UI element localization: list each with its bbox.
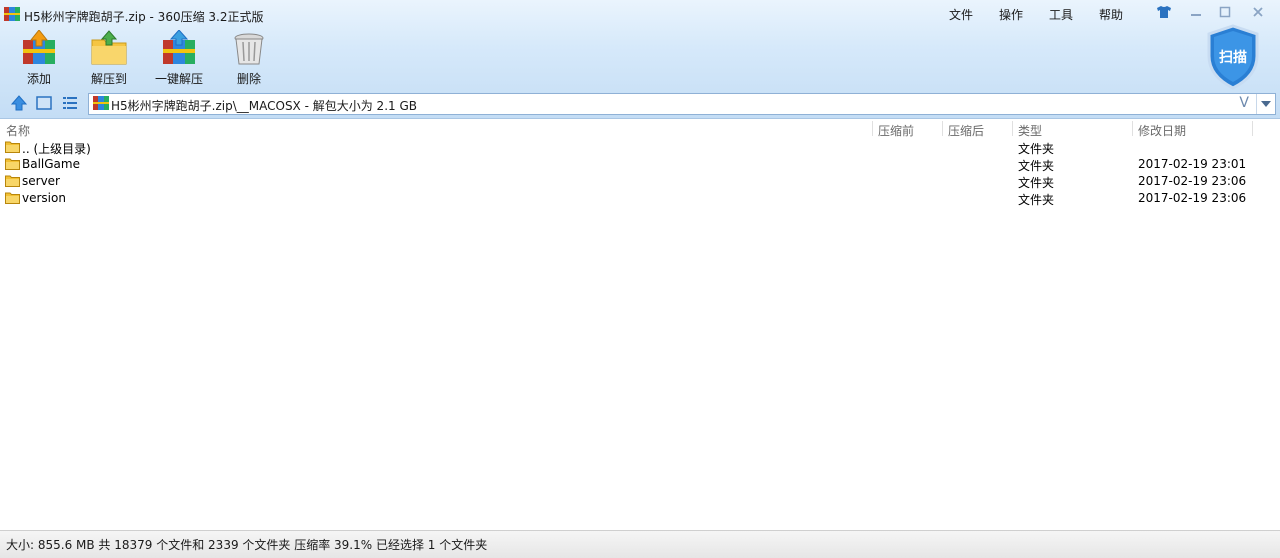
address-bar[interactable]: H5彬州字牌跑胡子.zip\__MACOSX - 解包大小为 2.1 GB V <box>88 93 1276 115</box>
file-type: 文件夹 <box>1018 176 1055 190</box>
shirt-icon <box>1157 6 1171 18</box>
nav-row: H5彬州字牌跑胡子.zip\__MACOSX - 解包大小为 2.1 GB V <box>0 92 1280 115</box>
folder-icon <box>5 158 20 170</box>
list-view-icon[interactable] <box>61 94 79 112</box>
up-arrow-icon[interactable] <box>10 94 28 112</box>
file-name: version <box>22 191 66 205</box>
window-title: H5彬州字牌跑胡子.zip - 360压缩 3.2正式版 <box>24 10 264 24</box>
status-text: 大小: 855.6 MB 共 18379 个文件和 2339 个文件夹 压缩率 … <box>6 538 488 552</box>
add-archive-icon <box>23 30 55 64</box>
col-divider[interactable] <box>872 121 873 136</box>
top-bar: H5彬州字牌跑胡子.zip - 360压缩 3.2正式版 文件 操作 工具 帮助… <box>0 0 1280 119</box>
file-name: BallGame <box>22 157 80 171</box>
col-compressed-size[interactable]: 压缩后 <box>948 122 984 139</box>
col-type[interactable]: 类型 <box>1018 122 1042 139</box>
menu-tools[interactable]: 工具 <box>1049 6 1073 23</box>
column-headers: 名称 压缩前 压缩后 类型 修改日期 <box>0 119 1280 138</box>
address-path: H5彬州字牌跑胡子.zip\__MACOSX - 解包大小为 2.1 GB <box>111 99 417 113</box>
file-date: 2017-02-19 23:06 <box>1138 191 1247 205</box>
col-divider[interactable] <box>1012 121 1013 136</box>
file-name: .. (上级目录) <box>22 142 91 156</box>
file-name: server <box>22 174 60 188</box>
scan-button[interactable]: 扫描 <box>1205 24 1261 90</box>
col-original-size[interactable]: 压缩前 <box>878 122 914 139</box>
table-row[interactable]: BallGame 文件夹 2017-02-19 23:01 <box>0 156 1280 173</box>
close-button[interactable] <box>1248 4 1268 20</box>
title-bar: H5彬州字牌跑胡子.zip - 360压缩 3.2正式版 文件 操作 工具 帮助 <box>0 0 1280 28</box>
menu-file[interactable]: 文件 <box>949 6 973 23</box>
archive-app-icon <box>4 7 20 21</box>
file-type: 文件夹 <box>1018 142 1055 156</box>
extract-to-button[interactable]: 解压到 <box>79 30 139 88</box>
large-icon-view-icon[interactable] <box>35 94 53 112</box>
scan-label: 扫描 <box>1219 50 1247 66</box>
minimize-icon <box>1191 14 1201 16</box>
file-type: 文件夹 <box>1018 193 1055 207</box>
col-divider[interactable] <box>1252 121 1253 136</box>
col-name[interactable]: 名称 <box>6 122 30 139</box>
table-row[interactable]: server 文件夹 2017-02-19 23:06 <box>0 173 1280 190</box>
skin-button[interactable] <box>1154 4 1174 20</box>
file-list: .. (上级目录) 文件夹 BallGame 文件夹 2017-02-19 23… <box>0 139 1280 207</box>
col-modified-date[interactable]: 修改日期 <box>1138 122 1186 139</box>
address-search-glyph[interactable]: V <box>1239 95 1249 111</box>
maximize-icon <box>1219 6 1231 18</box>
file-date: 2017-02-19 23:01 <box>1138 157 1247 171</box>
address-dropdown[interactable] <box>1256 94 1275 114</box>
menu-operate[interactable]: 操作 <box>999 6 1023 23</box>
close-icon <box>1253 7 1263 17</box>
folder-icon <box>5 141 20 153</box>
folder-icon <box>5 175 20 187</box>
extract-to-label: 解压到 <box>90 72 127 86</box>
menu-help[interactable]: 帮助 <box>1099 6 1123 23</box>
table-row[interactable]: .. (上级目录) 文件夹 <box>0 139 1280 156</box>
col-divider[interactable] <box>942 121 943 136</box>
minimize-button[interactable] <box>1186 4 1206 20</box>
trash-icon <box>234 33 264 65</box>
folder-icon <box>5 192 20 204</box>
delete-label: 删除 <box>236 72 261 86</box>
col-divider[interactable] <box>1132 121 1133 136</box>
one-click-extract-label: 一键解压 <box>154 72 203 86</box>
add-button-label: 添加 <box>26 72 51 86</box>
one-click-extract-icon <box>163 30 195 64</box>
extract-to-icon <box>91 30 127 65</box>
maximize-button[interactable] <box>1215 4 1235 20</box>
file-date: 2017-02-19 23:06 <box>1138 174 1247 188</box>
table-row[interactable]: version 文件夹 2017-02-19 23:06 <box>0 190 1280 207</box>
chevron-down-icon <box>1261 101 1271 107</box>
archive-icon <box>93 96 109 110</box>
status-bar: 大小: 855.6 MB 共 18379 个文件和 2339 个文件夹 压缩率 … <box>0 530 1280 558</box>
add-button[interactable]: 添加 <box>9 30 69 88</box>
one-click-extract-button[interactable]: 一键解压 <box>149 30 209 88</box>
file-type: 文件夹 <box>1018 159 1055 173</box>
delete-button[interactable]: 删除 <box>219 30 279 88</box>
